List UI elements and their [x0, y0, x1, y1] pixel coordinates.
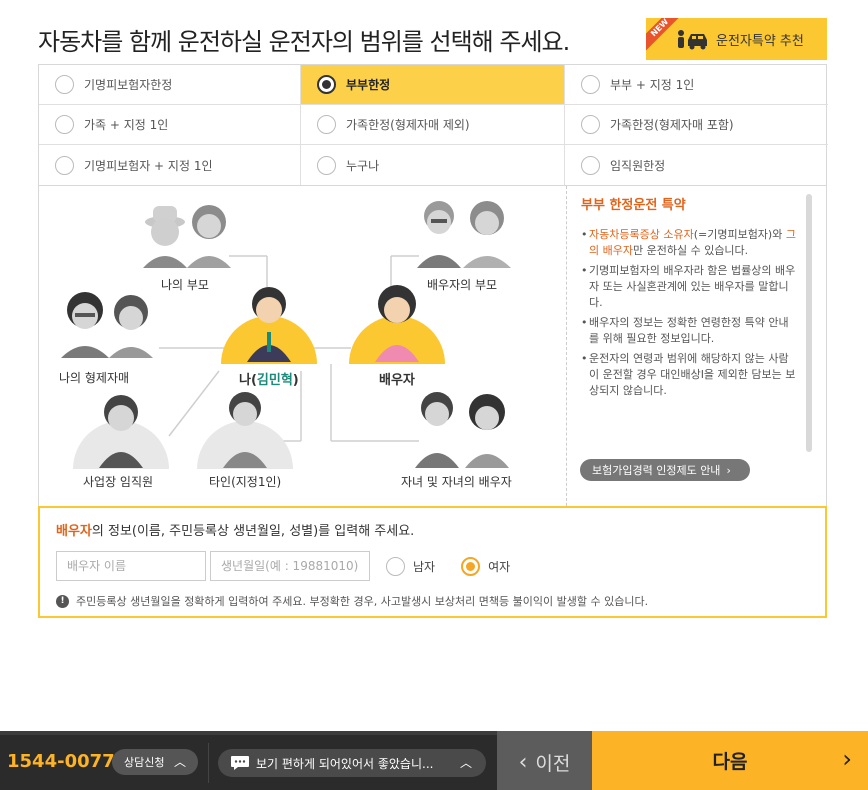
chevron-up-icon: ︿ [173, 755, 186, 769]
insurance-history-guide-button[interactable]: 보험가입경력 인정제도 안내 › [580, 459, 750, 481]
spouse-name-input[interactable] [56, 551, 206, 581]
scope-option-family-no-siblings[interactable]: 가족한정(형제자매 제외) [301, 105, 565, 145]
birthdate-notice: ! 주민등록상 생년월일을 정확하게 입력하여 주세요. 부정확한 경우, 사고발… [56, 593, 809, 609]
driver-scope-options: 기명피보험자한정 부부한정 부부 + 지정 1인 가족 + 지정 1인 가족한정… [38, 64, 828, 186]
scope-option-label: 부부 + 지정 1인 [610, 78, 695, 92]
gender-female-option[interactable]: 여자 [461, 556, 510, 576]
scope-option-label: 부부한정 [346, 78, 391, 92]
my-parents-figure [143, 205, 231, 268]
phone-number: 1544-0077 [7, 751, 115, 772]
me-name: 김민혁 [256, 373, 293, 388]
children-figure [415, 392, 509, 468]
prev-button[interactable]: ‹ 이전 [497, 731, 592, 790]
chevron-right-icon: › [726, 463, 731, 477]
chat-bubble-icon [231, 756, 249, 770]
driver-recommend-label: 운전자특약 추천 [716, 33, 804, 49]
next-button[interactable]: 다음 › [592, 731, 868, 790]
bottom-bar: 1544-0077 상담신청 ︿ 보기 편하게 되어있어서 좋았습니... ︿ ‹… [0, 731, 868, 790]
scope-option-couple-plus-one[interactable]: 부부 + 지정 1인 [565, 65, 828, 105]
info-item: 기명피보험자의 배우자라 함은 법률상의 배우자 또는 사실혼관계에 있는 배우… [581, 263, 798, 311]
driver-recommend-button[interactable]: NEW 운전자특약 추천 [646, 18, 827, 60]
info-item: 자동차등록증상 소유자(=기명피보험자)와 그의 배우자만 운전하실 수 있습니… [581, 227, 798, 259]
other-label: 타인(지정1인) [209, 475, 282, 489]
scope-option-named-plus-one[interactable]: 기명피보험자 + 지정 1인 [39, 145, 301, 185]
radio-checked-icon [461, 556, 481, 576]
scope-option-couple[interactable]: 부부한정 [301, 65, 565, 105]
employee-label: 사업장 임직원 [83, 475, 154, 489]
spouse-birth-input[interactable] [210, 551, 370, 581]
scope-option-anyone[interactable]: 누구나 [301, 145, 565, 185]
me-label: 나(김민혁) [239, 373, 299, 388]
scope-option-label: 기명피보험자 + 지정 1인 [84, 158, 213, 173]
spouse-input-row: 남자 여자 [56, 551, 809, 581]
chevron-left-icon: ‹ [518, 750, 528, 775]
review-chat-button[interactable]: 보기 편하게 되어있어서 좋았습니... ︿ [218, 749, 486, 777]
radio-icon [386, 556, 405, 576]
scope-option-label: 기명피보험자한정 [84, 78, 173, 92]
driver-car-icon [678, 30, 707, 50]
spouse-label: 배우자 [379, 373, 415, 388]
radio-icon [317, 115, 336, 134]
radio-icon [581, 155, 600, 175]
radio-icon [55, 75, 74, 94]
info-panel: 부부 한정운전 특약 자동차등록증상 소유자(=기명피보험자)와 그의 배우자만… [566, 186, 826, 506]
spouse-info-form: 배우자의 정보(이름, 주민등록상 생년월일, 성별)를 입력해 주세요. 남자… [38, 506, 827, 618]
scope-option-family-plus-one[interactable]: 가족 + 지정 1인 [39, 105, 301, 145]
divider [208, 743, 209, 783]
info-list: 자동차등록증상 소유자(=기명피보험자)와 그의 배우자만 운전하실 수 있습니… [581, 227, 798, 399]
scope-option-named-only[interactable]: 기명피보험자한정 [39, 65, 301, 105]
family-tree-illustration [61, 201, 511, 469]
scope-option-label: 가족한정(형제자매 제외) [346, 118, 470, 132]
gender-male-option[interactable]: 남자 [386, 556, 435, 576]
scope-option-label: 가족 + 지정 1인 [84, 118, 169, 132]
info-title: 부부 한정운전 특약 [581, 198, 686, 213]
radio-icon [581, 115, 600, 134]
radio-icon [55, 115, 74, 134]
radio-checked-icon [317, 75, 336, 94]
scope-option-label: 임직원한정 [610, 158, 666, 173]
relationship-diagram: 나의 부모 배우자의 부모 나의 형제자매 나(김민혁) 배우자 사업장 임직원… [38, 186, 827, 506]
radio-icon [581, 75, 600, 94]
scope-option-employees[interactable]: 임직원한정 [565, 145, 828, 185]
spouse-parents-label: 배우자의 부모 [427, 278, 498, 292]
info-item: 배우자의 정보는 정확한 연령한정 특약 안내를 위해 필요한 정보입니다. [581, 315, 798, 347]
my-parents-label: 나의 부모 [161, 278, 209, 292]
info-scrollbar[interactable] [806, 194, 812, 452]
info-item: 운전자의 연령과 범위에 해당하지 않는 사람이 운전할 경우 대인배상I을 제… [581, 351, 798, 399]
children-label: 자녀 및 자녀의 배우자 [401, 475, 512, 489]
chevron-up-icon: ︿ [459, 756, 472, 770]
header: 자동차를 함께 운전하실 운전자의 범위를 선택해 주세요. NEW 운전자특약… [0, 0, 868, 64]
radio-icon [317, 155, 336, 175]
consult-request-button[interactable]: 상담신청 ︿ [112, 749, 198, 775]
siblings-figure [61, 292, 153, 358]
page-title: 자동차를 함께 운전하실 운전자의 범위를 선택해 주세요. [38, 28, 570, 56]
scope-option-label: 누구나 [346, 158, 380, 173]
chevron-right-icon: › [842, 745, 852, 773]
siblings-label: 나의 형제자매 [59, 371, 130, 385]
exclamation-icon: ! [56, 594, 69, 608]
scope-option-family-with-siblings[interactable]: 가족한정(형제자매 포함) [565, 105, 828, 145]
spouse-parents-figure [417, 201, 511, 268]
spouse-form-heading: 배우자의 정보(이름, 주민등록상 생년월일, 성별)를 입력해 주세요. [56, 524, 415, 539]
radio-icon [55, 155, 74, 175]
scope-option-label: 가족한정(형제자매 포함) [610, 118, 734, 132]
